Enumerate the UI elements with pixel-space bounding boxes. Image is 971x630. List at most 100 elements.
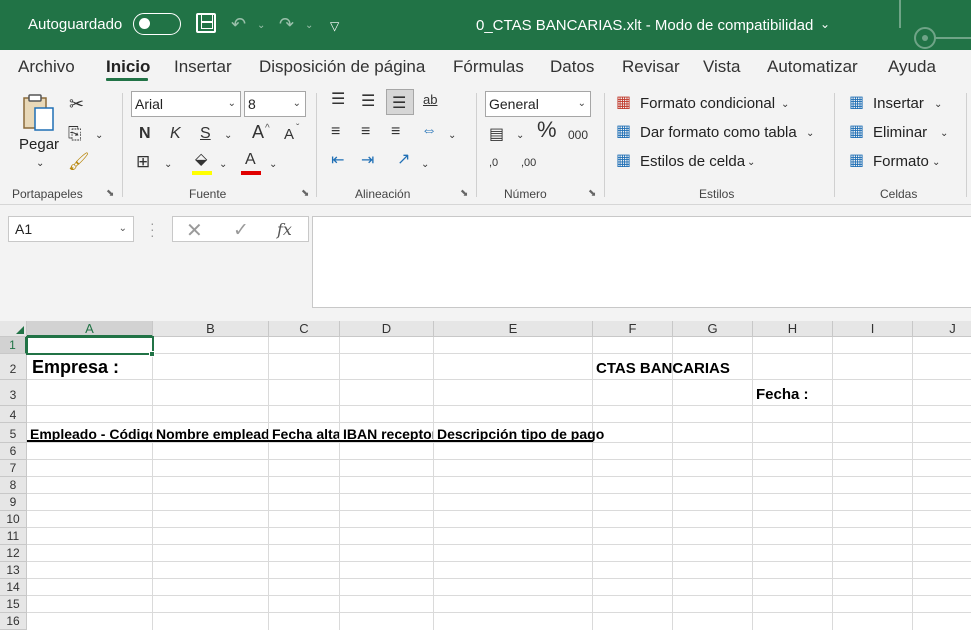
row-header-9[interactable]: 9 — [0, 494, 27, 511]
font-color-dropdown-icon[interactable]: ⌄ — [269, 156, 277, 174]
save-icon[interactable] — [196, 13, 216, 33]
shrink-font-button[interactable]: A — [284, 126, 294, 144]
row-header-1[interactable]: 1 — [0, 337, 27, 354]
autosave-toggle[interactable] — [133, 13, 181, 35]
number-launcher-icon[interactable]: ⬊ — [588, 188, 596, 199]
cell-f2[interactable]: CTAS BANCARIAS — [596, 360, 756, 377]
row-header-7[interactable]: 7 — [0, 460, 27, 477]
font-name-select[interactable]: Arial ⌄ — [131, 91, 241, 117]
redo-dropdown-icon[interactable]: ⌄ — [305, 15, 313, 37]
paste-label[interactable]: Pegar — [19, 136, 59, 153]
clipboard-launcher-icon[interactable]: ⬊ — [106, 188, 114, 199]
tab-automatizar[interactable]: Automatizar — [767, 57, 858, 77]
name-box[interactable]: A1 ⌄ — [8, 216, 134, 242]
column-header-g[interactable]: G — [673, 321, 753, 337]
file-title[interactable]: 0_CTAS BANCARIAS.xlt - Modo de compatibi… — [476, 17, 813, 34]
chevron-down-icon[interactable]: ⌄ — [940, 125, 948, 143]
align-top-icon[interactable]: ☰ — [331, 91, 345, 109]
orientation-icon[interactable]: ↗ — [397, 151, 410, 169]
row-header-11[interactable]: 11 — [0, 528, 27, 545]
column-header-f[interactable]: F — [593, 321, 673, 337]
conditional-format-button[interactable]: Formato condicional — [640, 95, 775, 112]
row-header-16[interactable]: 16 — [0, 613, 27, 630]
check-icon[interactable]: ✓ — [233, 219, 249, 242]
increase-decimal-button[interactable]: ,0 — [489, 154, 498, 172]
tab-archivo[interactable]: Archivo — [18, 57, 75, 77]
tab-inicio[interactable]: Inicio — [106, 57, 150, 77]
italic-button[interactable]: K — [170, 125, 181, 143]
chevron-down-icon[interactable]: ⌄ — [806, 125, 814, 143]
column-header-c[interactable]: C — [269, 321, 340, 337]
increase-indent-icon[interactable]: ⇥ — [361, 152, 374, 170]
percent-button[interactable]: % — [537, 119, 557, 141]
wrap-text-icon[interactable]: ab — [423, 91, 437, 109]
decrease-decimal-button[interactable]: ,00 — [521, 154, 536, 172]
column-header-h[interactable]: H — [753, 321, 833, 337]
tab-disposicion[interactable]: Disposición de página — [259, 57, 425, 77]
number-format-select[interactable]: General ⌄ — [485, 91, 591, 117]
row-header-4[interactable]: 4 — [0, 406, 27, 423]
bold-button[interactable]: N — [139, 125, 151, 143]
tab-revisar[interactable]: Revisar — [622, 57, 680, 77]
align-bottom-button[interactable]: ☰ — [386, 89, 414, 115]
insert-function-button[interactable]: fx — [277, 220, 292, 239]
chevron-down-icon[interactable]: ⌄ — [820, 17, 830, 31]
borders-dropdown-icon[interactable]: ⌄ — [164, 156, 172, 174]
align-middle-icon[interactable]: ☰ — [361, 93, 375, 111]
align-left-icon[interactable]: ≡ — [331, 123, 340, 141]
row-header-14[interactable]: 14 — [0, 579, 27, 596]
format-cells-button[interactable]: Formato — [873, 153, 929, 170]
cell-styles-button[interactable]: Estilos de celda — [640, 153, 745, 170]
thousands-button[interactable]: 000 — [568, 126, 588, 144]
paste-icon[interactable] — [22, 93, 56, 133]
tab-insertar[interactable]: Insertar — [174, 57, 232, 77]
format-table-button[interactable]: Dar formato como tabla — [640, 124, 797, 141]
underline-dropdown-icon[interactable]: ⌄ — [224, 127, 232, 145]
merge-dropdown-icon[interactable]: ⌄ — [448, 127, 456, 145]
undo-icon[interactable]: ↶ — [231, 13, 246, 35]
copy-icon[interactable]: ⎘ — [68, 125, 82, 143]
copy-dropdown-icon[interactable]: ⌄ — [95, 127, 103, 145]
row-header-3[interactable]: 3 — [0, 380, 27, 406]
fill-handle[interactable] — [149, 351, 155, 357]
row-header-5[interactable]: 5 — [0, 423, 27, 443]
row-header-10[interactable]: 10 — [0, 511, 27, 528]
accounting-dropdown-icon[interactable]: ⌄ — [516, 127, 524, 145]
format-painter-icon[interactable]: 🖌 — [68, 153, 90, 171]
formula-input[interactable] — [312, 216, 971, 308]
insert-cells-button[interactable]: Insertar — [873, 95, 924, 112]
tab-datos[interactable]: Datos — [550, 57, 594, 77]
align-right-icon[interactable]: ≡ — [391, 123, 400, 141]
font-launcher-icon[interactable]: ⬊ — [301, 188, 309, 199]
cut-icon[interactable]: ✂ — [69, 95, 84, 113]
redo-icon[interactable]: ↷ — [279, 13, 294, 35]
font-size-select[interactable]: 8 ⌄ — [244, 91, 306, 117]
chevron-down-icon[interactable]: ⌄ — [932, 154, 940, 172]
column-header-e[interactable]: E — [434, 321, 593, 337]
merge-center-icon[interactable]: ⇔ — [421, 122, 437, 140]
decrease-indent-icon[interactable]: ⇤ — [331, 152, 344, 170]
selected-cell-a1[interactable] — [26, 336, 154, 355]
chevron-down-icon[interactable]: ⌄ — [781, 96, 789, 114]
formula-bar-grip-icon[interactable]: · · · — [150, 216, 155, 242]
accounting-icon[interactable]: ▤ — [489, 126, 504, 144]
column-header-d[interactable]: D — [340, 321, 434, 337]
underline-button[interactable]: S — [200, 125, 211, 143]
select-all-button[interactable] — [0, 321, 27, 337]
cell-h3[interactable]: Fecha : — [756, 386, 836, 403]
column-header-a[interactable]: A — [27, 321, 153, 337]
align-center-icon[interactable]: ≡ — [361, 123, 370, 141]
chevron-down-icon[interactable]: ⌄ — [934, 96, 942, 114]
column-header-j[interactable]: J — [913, 321, 971, 337]
cell-a2[interactable]: Empresa : — [32, 357, 272, 378]
borders-icon[interactable]: ⊞ — [136, 153, 150, 171]
column-header-b[interactable]: B — [153, 321, 269, 337]
alignment-launcher-icon[interactable]: ⬊ — [460, 188, 468, 199]
customize-toolbar-icon[interactable]: ▽ — [330, 15, 339, 37]
cancel-icon[interactable]: ✕ — [186, 218, 203, 243]
delete-cells-button[interactable]: Eliminar — [873, 124, 927, 141]
paste-dropdown-icon[interactable]: ⌄ — [36, 155, 44, 173]
column-header-i[interactable]: I — [833, 321, 913, 337]
undo-dropdown-icon[interactable]: ⌄ — [257, 15, 265, 37]
grow-font-button[interactable]: A — [252, 123, 264, 141]
